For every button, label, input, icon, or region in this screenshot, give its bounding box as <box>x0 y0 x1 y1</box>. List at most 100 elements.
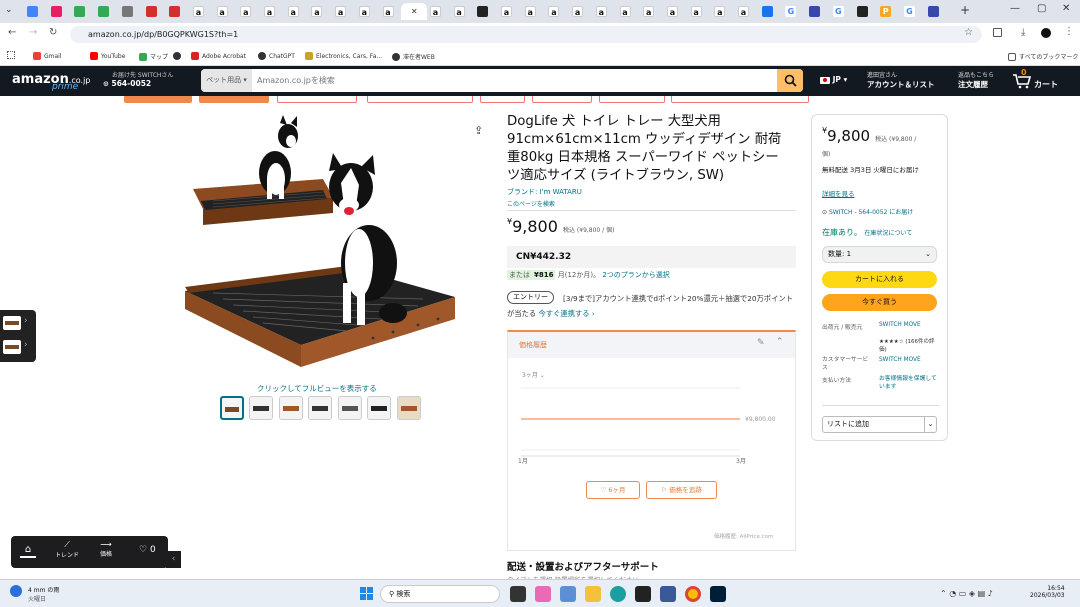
search-button[interactable] <box>777 69 803 92</box>
promo-link[interactable]: 今すぐ連携する <box>539 309 590 318</box>
toolbar-button[interactable] <box>671 96 809 103</box>
collapse-tool-icon[interactable]: ‹ <box>166 551 181 568</box>
browser-tab[interactable] <box>923 3 944 20</box>
app-icon[interactable] <box>535 586 551 602</box>
app-icon[interactable] <box>635 586 651 602</box>
browser-tab[interactable]: a <box>425 3 446 20</box>
seller-rating[interactable]: ★★★★☆ (166件の評価) <box>879 338 939 354</box>
brand-link[interactable]: ブランド: I'm WATARU <box>507 187 582 197</box>
toolbar-button[interactable] <box>532 96 592 103</box>
task-view-icon[interactable] <box>510 586 526 602</box>
favorite-button[interactable]: ♡ 6ヶ月 <box>586 481 640 499</box>
toolbar-button[interactable] <box>124 96 192 103</box>
bookmark-acrobat[interactable]: Adobe Acrobat <box>191 52 246 60</box>
edge-icon[interactable] <box>610 586 626 602</box>
browser-tab[interactable]: a <box>543 3 564 20</box>
browser-tab[interactable]: a <box>567 3 588 20</box>
range-selector[interactable]: 3ヶ月 ⌄ <box>522 370 545 379</box>
browser-tab[interactable] <box>141 3 162 20</box>
orders-link[interactable]: 返品もこちら 注文履歴 <box>958 70 994 90</box>
all-bookmarks[interactable]: すべてのブックマーク <box>1008 52 1078 61</box>
browser-tab[interactable] <box>22 3 43 20</box>
menu-icon[interactable]: ⋮ <box>1064 26 1074 37</box>
favorites-count[interactable]: ♡ 0 <box>139 545 156 555</box>
thumbnail-1[interactable] <box>220 396 244 420</box>
language-selector[interactable]: JP ▾ <box>820 75 847 84</box>
app-icon[interactable] <box>560 586 576 602</box>
thumbnail-4[interactable] <box>308 396 332 420</box>
track-price-button[interactable]: ⚐ 価格を追跡 <box>646 481 717 499</box>
browser-tab[interactable] <box>69 3 90 20</box>
browser-tab[interactable]: a <box>283 3 304 20</box>
bookmark-star-icon[interactable]: ☆ <box>964 27 973 38</box>
maximize-icon[interactable]: ▢ <box>1037 3 1046 14</box>
browser-tab[interactable] <box>164 3 185 20</box>
browser-tab[interactable]: P <box>875 3 896 20</box>
edit-icon[interactable]: ✎ <box>757 338 765 348</box>
browser-tab[interactable] <box>472 3 493 20</box>
bookmark-youtube[interactable]: YouTube <box>90 52 125 60</box>
browser-tab[interactable]: a <box>615 3 636 20</box>
thumbnail-7[interactable] <box>397 396 421 420</box>
chrome-icon[interactable] <box>685 586 701 602</box>
price-button[interactable]: ⟶ 価格 <box>100 540 112 558</box>
system-tray[interactable]: ⌃ ◔ ▭ ◈ ▤ ♪ <box>940 589 993 598</box>
toolbar-button[interactable] <box>599 96 665 103</box>
photoshop-icon[interactable] <box>710 586 726 602</box>
toolbar-button[interactable] <box>367 96 473 103</box>
side-thumb-2[interactable] <box>3 340 21 354</box>
stock-link[interactable]: 在庫状況について <box>864 230 912 237</box>
close-window-icon[interactable]: ✕ <box>1062 3 1070 14</box>
search-category[interactable]: ペット用品 ▾ <box>201 69 252 92</box>
download-icon[interactable]: ⤓ <box>1021 27 1025 38</box>
reload-icon[interactable]: ↻ <box>49 27 57 38</box>
browser-tab[interactable]: a <box>354 3 375 20</box>
toolbar-button[interactable] <box>199 96 269 103</box>
chevron-right-icon[interactable]: › <box>24 340 28 350</box>
chevron-up-icon[interactable]: ⌃ <box>776 337 784 347</box>
browser-tab[interactable]: a <box>733 3 754 20</box>
browser-tab[interactable] <box>757 3 778 20</box>
back-icon[interactable]: ← <box>8 27 16 38</box>
browser-tab[interactable]: a <box>188 3 209 20</box>
details-link[interactable]: 詳細を見る <box>822 188 855 198</box>
browser-tab[interactable]: a <box>306 3 327 20</box>
customer-service-link[interactable]: SWITCH MOVE <box>879 357 921 363</box>
bookmark-gmail[interactable]: Gmail <box>33 52 62 60</box>
toolbar-button[interactable] <box>480 96 525 103</box>
browser-tab[interactable]: ✕ <box>401 3 428 20</box>
search-input[interactable]: Amazon.co.jpを検索 <box>257 69 335 92</box>
thumbnail-6[interactable] <box>367 396 391 420</box>
browser-tab[interactable]: a <box>662 3 683 20</box>
payment-link[interactable]: お客様情報を保護しています <box>879 375 941 391</box>
aliprice-credit[interactable]: 価格履歴: AliPrice.com <box>714 532 773 540</box>
minimize-icon[interactable]: — <box>1010 3 1020 14</box>
browser-tab[interactable]: G <box>828 3 849 20</box>
taskbar-search[interactable]: ⚲ 検索 <box>380 585 500 603</box>
extensions-icon[interactable] <box>993 28 1002 37</box>
trend-button[interactable]: ⟋ トレンド <box>55 540 79 559</box>
browser-tab[interactable] <box>93 3 114 20</box>
side-thumb-1[interactable] <box>3 316 21 330</box>
browser-tab[interactable]: a <box>496 3 517 20</box>
bookmark-globe[interactable] <box>173 52 181 60</box>
bookmark-web[interactable]: 滞在者WEB <box>392 52 435 61</box>
browser-tab[interactable]: a <box>212 3 233 20</box>
start-icon[interactable] <box>360 587 373 600</box>
chevron-right-icon[interactable]: › <box>24 316 28 326</box>
amazon-logo[interactable]: amazon.co.jp prime <box>12 68 92 94</box>
cart-button[interactable]: 0 カート <box>1012 68 1062 91</box>
browser-tab[interactable]: G <box>899 3 920 20</box>
browser-tab[interactable]: a <box>686 3 707 20</box>
seller-link[interactable]: SWITCH MOVE <box>879 322 921 328</box>
forward-icon[interactable]: → <box>29 27 37 38</box>
browser-tab[interactable]: a <box>638 3 659 20</box>
tab-list-icon[interactable]: ⌄ <box>5 5 13 15</box>
browser-tab[interactable] <box>804 3 825 20</box>
browser-tab[interactable]: a <box>259 3 280 20</box>
bookmark-chatgpt[interactable]: ChatGPT <box>258 52 295 60</box>
new-tab-icon[interactable]: + <box>960 3 970 17</box>
browser-tab[interactable]: a <box>330 3 351 20</box>
browser-tab[interactable]: G <box>780 3 801 20</box>
apps-icon[interactable] <box>7 51 15 59</box>
